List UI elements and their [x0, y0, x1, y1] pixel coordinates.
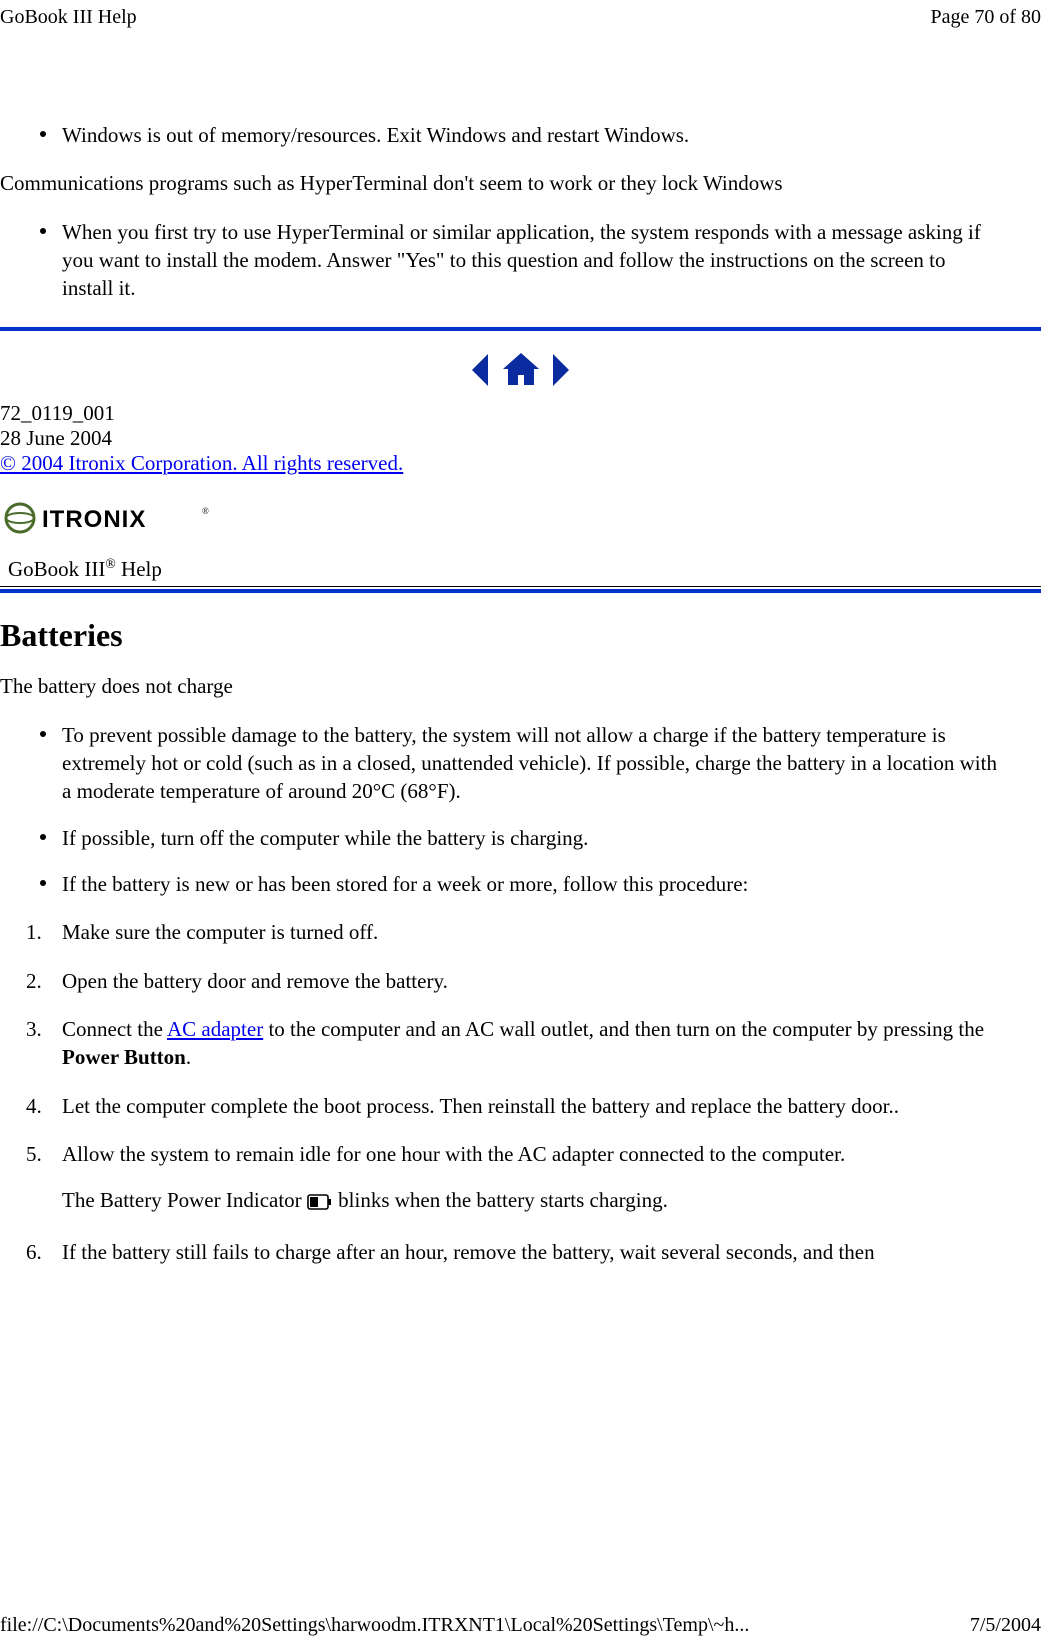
step-1: 1. Make sure the computer is turned off.: [62, 918, 1041, 946]
step-4: 4. Let the computer complete the boot pr…: [62, 1092, 1041, 1120]
step-2: 2. Open the battery door and remove the …: [62, 967, 1041, 995]
nav-icons: [0, 351, 1041, 389]
windows-memory-list: Windows is out of memory/resources. Exit…: [0, 121, 1041, 149]
list-item: If possible, turn off the computer while…: [62, 824, 1041, 852]
comm-paragraph: Communications programs such as HyperTer…: [0, 169, 1041, 197]
list-item: If the battery is new or has been stored…: [62, 870, 1041, 898]
battery-bullets: To prevent possible damage to the batter…: [0, 721, 1041, 899]
procedure-steps: 1. Make sure the computer is turned off.…: [0, 918, 1041, 1266]
footer-path: file://C:\Documents%20and%20Settings\har…: [0, 1614, 749, 1637]
page-footer: file://C:\Documents%20and%20Settings\har…: [0, 1614, 1041, 1637]
registered-mark: ®: [105, 556, 115, 571]
header-title: GoBook III Help: [0, 6, 137, 29]
step-text: If the battery still fails to charge aft…: [62, 1240, 875, 1264]
comm-list: When you first try to use HyperTerminal …: [0, 218, 1041, 303]
doc-id: 72_0119_001: [0, 401, 1041, 426]
step-text-pre: Connect the: [62, 1017, 167, 1041]
ac-adapter-link[interactable]: AC adapter: [167, 1017, 263, 1041]
sub-pre: The Battery Power Indicator: [62, 1188, 307, 1212]
battery-indicator-icon: [307, 1189, 333, 1217]
list-item: Windows is out of memory/resources. Exit…: [62, 121, 1041, 149]
step-5: 5. Allow the system to remain idle for o…: [62, 1140, 1041, 1218]
step-text: Allow the system to remain idle for one …: [62, 1142, 845, 1166]
step-number: 1.: [26, 918, 42, 946]
page-header: GoBook III Help Page 70 of 80: [0, 0, 1051, 29]
copyright-link[interactable]: © 2004 Itronix Corporation. All rights r…: [0, 451, 403, 475]
step-number: 2.: [26, 967, 42, 995]
list-item: To prevent possible damage to the batter…: [62, 721, 1041, 806]
step-3: 3. Connect the AC adapter to the compute…: [62, 1015, 1041, 1072]
step-text: Let the computer complete the boot proce…: [62, 1094, 899, 1118]
power-button-bold: Power Button: [62, 1045, 186, 1069]
doc-date: 28 June 2004: [0, 426, 1041, 451]
divider-blue-under: [0, 589, 1041, 593]
itronix-logo: ITRONIX ®: [4, 500, 1041, 542]
step-6: 6. If the battery still fails to charge …: [62, 1238, 1041, 1266]
section-label-suffix: Help: [116, 557, 162, 581]
step-number: 6.: [26, 1238, 42, 1266]
step-number: 5.: [26, 1140, 42, 1168]
step-number: 4.: [26, 1092, 42, 1120]
nav-prev-icon[interactable]: [468, 352, 490, 388]
doc-meta: 72_0119_001 28 June 2004 © 2004 Itronix …: [0, 401, 1041, 477]
footer-date: 7/5/2004: [970, 1614, 1041, 1637]
battery-nocharge-para: The battery does not charge: [0, 672, 1041, 700]
divider-blue: [0, 327, 1041, 331]
sub-post: blinks when the battery starts charging.: [333, 1188, 668, 1212]
step-text: Make sure the computer is turned off.: [62, 920, 378, 944]
step-text-post: .: [186, 1045, 191, 1069]
list-item: When you first try to use HyperTerminal …: [62, 218, 1041, 303]
svg-text:®: ®: [202, 506, 209, 516]
step-text-mid: to the computer and an AC wall outlet, a…: [263, 1017, 984, 1041]
step-text: Open the battery door and remove the bat…: [62, 969, 448, 993]
svg-text:ITRONIX: ITRONIX: [42, 506, 146, 533]
nav-next-icon[interactable]: [551, 352, 573, 388]
batteries-heading: Batteries: [0, 617, 1041, 654]
section-title: GoBook III® Help: [0, 552, 1041, 587]
nav-home-icon[interactable]: [500, 351, 542, 389]
step-number: 3.: [26, 1015, 42, 1043]
step-5-sub: The Battery Power Indicator blinks when …: [62, 1186, 1001, 1217]
section-label-prefix: GoBook III: [8, 557, 105, 581]
header-page: Page 70 of 80: [930, 6, 1041, 29]
